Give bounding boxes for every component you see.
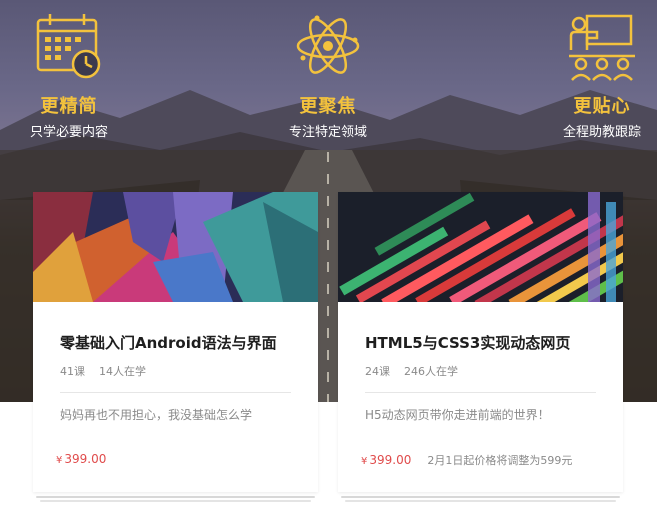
course-thumbnail[interactable] [338,192,623,302]
course-title[interactable]: 零基础入门Android语法与界面 [60,332,318,353]
colorful-bars-image [338,192,623,302]
course-thumbnail[interactable] [33,192,318,302]
student-count: 14人在学 [99,365,146,378]
calendar-clock-icon [36,14,101,79]
course-price: ¥399.00 [56,452,106,466]
feature-title: 更聚焦 [299,96,357,117]
course-description: 妈妈再也不用担心，我没基础怎么学 [60,408,253,422]
abstract-art-image [33,192,318,302]
course-title[interactable]: HTML5与CSS3实现动态网页 [365,332,623,353]
currency-symbol: ¥ [56,455,63,466]
card-stack-shadow [345,500,616,502]
card-stack-shadow [341,496,620,498]
price-row: ¥399.00 [56,452,106,466]
divider [60,392,291,393]
feature-subtitle: 全程助教跟踪 [562,125,641,140]
teacher-board-icon [569,14,635,81]
divider [365,392,596,393]
feature-title: 更贴心 [573,96,631,117]
feature-title: 更精简 [40,96,98,117]
course-card-android[interactable]: 零基础入门Android语法与界面 41课 14人在学 妈妈再也不用担心，我没基… [33,192,318,492]
course-price: ¥399.00 [361,453,411,467]
course-description: H5动态网页带你走进前端的世界！ [365,408,550,422]
price-value: 399.00 [369,453,412,467]
currency-symbol: ¥ [361,456,368,467]
lesson-count: 24课 [365,365,390,378]
price-row: ¥399.00 2月1日起价格将调整为599元 [361,452,572,468]
card-stack-shadow [40,500,311,502]
feature-subtitle: 只学必要内容 [29,125,108,140]
price-value: 399.00 [64,452,107,466]
feature-subtitle: 专注特定领域 [288,125,367,140]
card-stack-shadow [36,496,315,498]
student-count: 246人在学 [404,365,458,378]
feature-caring: 更贴心 全程助教跟踪 [527,10,657,140]
course-meta: 41课 14人在学 [60,363,318,379]
atom-icon [296,15,360,74]
price-change-note: 2月1日起价格将调整为599元 [427,454,573,467]
feature-simplified: 更精简 只学必要内容 [0,10,144,140]
course-meta: 24课 246人在学 [365,363,623,379]
lesson-count: 41课 [60,365,85,378]
feature-focused: 更聚焦 专注特定领域 [253,10,403,140]
course-card-html5[interactable]: HTML5与CSS3实现动态网页 24课 246人在学 H5动态网页带你走进前端… [338,192,623,492]
